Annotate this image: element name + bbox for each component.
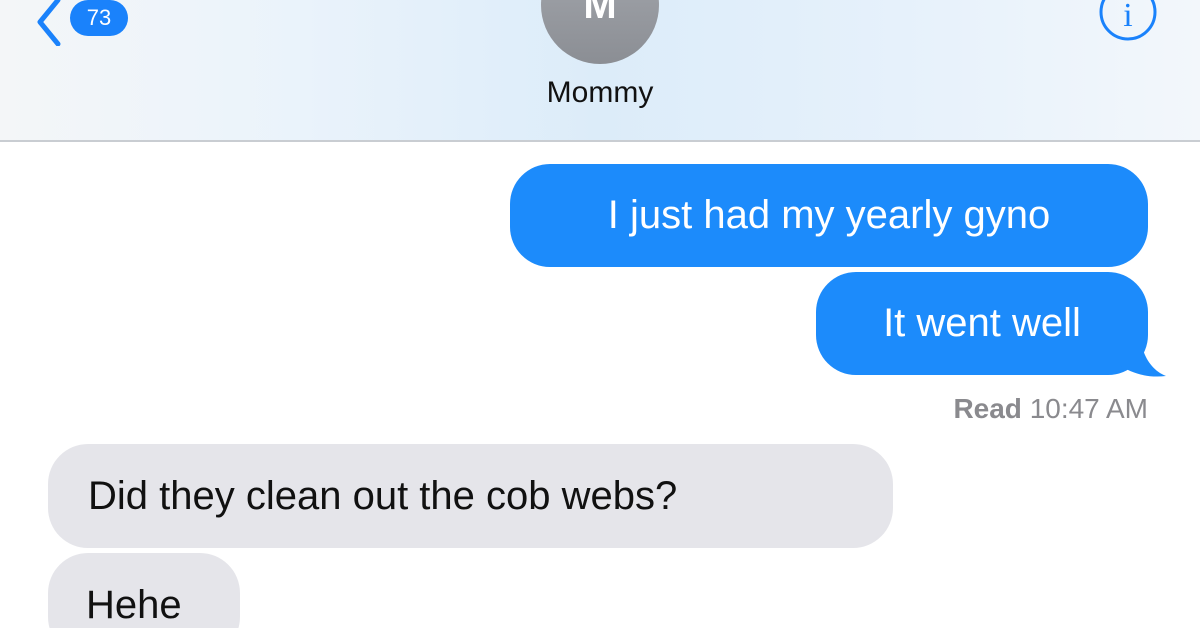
bubble-tail-icon	[1118, 330, 1166, 377]
received-message-bubble[interactable]: Hehe	[48, 553, 240, 628]
imessage-conversation-screen: 73 M Mommy i I just had my yearly gyno I…	[0, 0, 1200, 628]
read-receipt: Read 10:47 AM	[953, 393, 1148, 425]
read-receipt-time: 10:47 AM	[1029, 393, 1148, 424]
back-button[interactable]: 73	[28, 0, 128, 46]
contact-name[interactable]: Mommy	[0, 76, 1200, 110]
message-text: Hehe	[86, 583, 182, 627]
chevron-left-icon	[37, 0, 61, 46]
received-message-bubble[interactable]: Did they clean out the cob webs?	[48, 444, 893, 548]
message-text: I just had my yearly gyno	[607, 193, 1051, 237]
sent-message-bubble[interactable]: It went well	[816, 272, 1148, 375]
avatar[interactable]: M	[541, 0, 659, 64]
message-text: Did they clean out the cob webs?	[88, 474, 678, 518]
message-text: It went well	[883, 301, 1081, 345]
read-receipt-label: Read	[953, 393, 1022, 424]
conversation-header: 73 M Mommy i	[0, 0, 1200, 142]
info-icon[interactable]: i	[1096, 0, 1160, 44]
sent-message-bubble[interactable]: I just had my yearly gyno	[510, 164, 1148, 267]
unread-count-badge: 73	[70, 0, 128, 36]
svg-text:i: i	[1123, 0, 1132, 34]
